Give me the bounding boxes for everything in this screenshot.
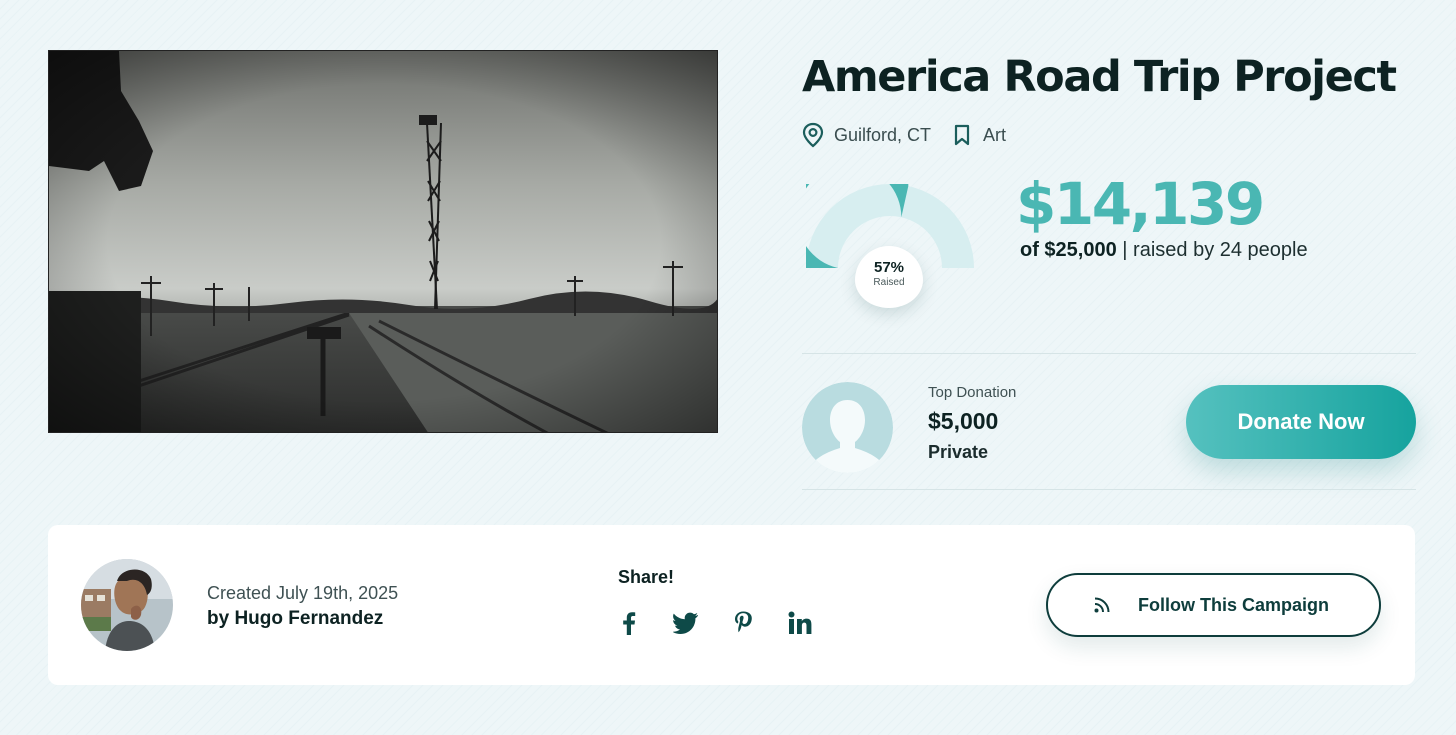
- divider-top: [802, 353, 1416, 354]
- campaign-meta: Guilford, CT Art: [802, 120, 1006, 150]
- goal-line: of $25,000 | raised by 24 people: [1020, 239, 1308, 262]
- campaign-title: America Road Trip Project: [802, 52, 1397, 102]
- follow-campaign-button[interactable]: Follow This Campaign: [1046, 573, 1381, 637]
- progress-percent: 57%: [873, 259, 905, 276]
- campaign-location[interactable]: Guilford, CT: [834, 125, 931, 146]
- location-pin-icon: [802, 122, 824, 148]
- raised-amount: $14,139: [1016, 170, 1265, 238]
- divider-bottom: [802, 489, 1416, 490]
- progress-raised-label: Raised: [873, 277, 905, 288]
- share-label: Share!: [618, 567, 675, 587]
- top-donation-donor: Private: [928, 442, 989, 462]
- pinterest-icon[interactable]: [728, 608, 758, 638]
- top-donation-label: Top Donation: [928, 384, 1017, 401]
- default-avatar-icon: [802, 382, 893, 473]
- created-date: Created July 19th, 2025: [207, 583, 399, 603]
- campaign-category[interactable]: Art: [983, 125, 1006, 146]
- facebook-icon[interactable]: [614, 608, 644, 638]
- twitter-icon[interactable]: [671, 608, 701, 638]
- goal-amount: of $25,000: [1020, 239, 1117, 261]
- top-donation-amount: $5,000: [928, 408, 999, 434]
- creator-avatar[interactable]: [81, 559, 173, 651]
- follow-campaign-label: Follow This Campaign: [1138, 595, 1330, 615]
- creator-name[interactable]: by Hugo Fernandez: [207, 608, 383, 630]
- bookmark-icon: [953, 124, 971, 146]
- campaign-hero-image: [48, 50, 718, 433]
- progress-bubble: 57% Raised: [855, 246, 923, 308]
- rss-icon: [1094, 597, 1110, 613]
- donate-now-button[interactable]: Donate Now: [1186, 385, 1416, 459]
- linkedin-icon[interactable]: [785, 608, 815, 638]
- raised-by-count: | raised by 24 people: [1122, 239, 1308, 261]
